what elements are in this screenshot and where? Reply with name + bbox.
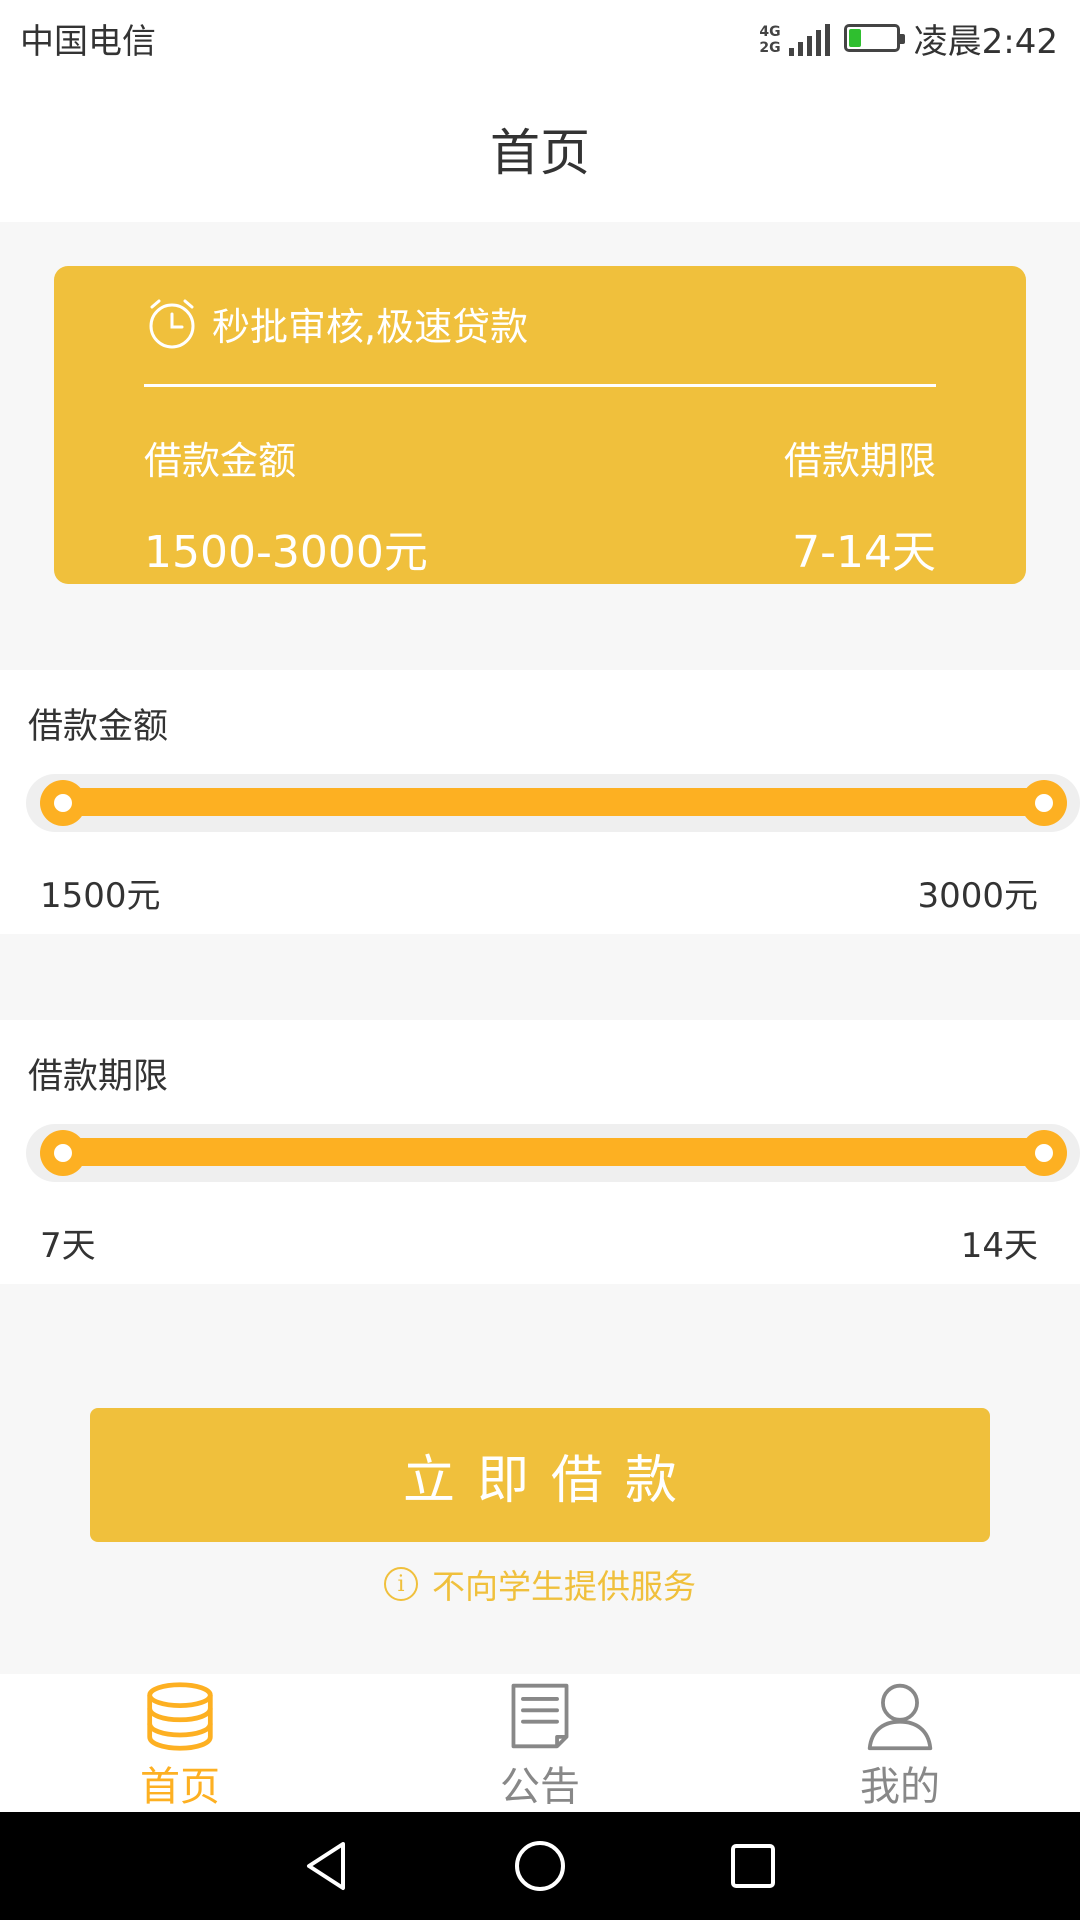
promo-term-label: 借款期限: [783, 439, 936, 483]
student-notice: i 不向学生提供服务: [0, 1560, 1080, 1608]
term-slider-fill: [60, 1138, 1044, 1166]
nav-item-notice[interactable]: 公告: [360, 1674, 720, 1812]
promo-amount-value: 1500-3000元: [144, 527, 428, 578]
term-max-value: 14天: [960, 1226, 1038, 1266]
home-circle-icon[interactable]: [512, 1838, 568, 1894]
recent-apps-icon[interactable]: [725, 1838, 781, 1894]
network-type-bottom: 2G: [759, 40, 781, 56]
promo-term-value: 7-14天: [792, 527, 936, 578]
term-slider-section: 借款期限 7天 14天: [0, 1020, 1080, 1284]
title-bar: 首页: [0, 76, 1080, 222]
alarm-clock-icon: [149, 299, 195, 348]
back-icon[interactable]: [299, 1838, 355, 1894]
network-type-top: 4G: [759, 24, 781, 40]
battery-icon: [843, 24, 905, 52]
nav-label-home: 首页: [140, 1764, 220, 1810]
apply-loan-button[interactable]: 立即借款: [90, 1408, 990, 1542]
promo-divider: [144, 384, 936, 387]
term-min-value: 7天: [40, 1226, 96, 1266]
promo-amount-label: 借款金额: [144, 439, 297, 483]
nav-label-notice: 公告: [500, 1764, 580, 1810]
promo-header: 秒批审核,极速贷款: [146, 296, 528, 351]
notice-text: 不向学生提供服务: [432, 1567, 696, 1606]
term-slider-label: 借款期限: [28, 1057, 169, 1097]
carrier-name: 中国电信: [20, 21, 156, 62]
amount-slider-section: 借款金额 1500元 3000元: [0, 670, 1080, 934]
nav-item-profile[interactable]: 我的: [720, 1674, 1080, 1812]
nav-item-home[interactable]: 首页: [0, 1674, 360, 1812]
page-title: 首页: [490, 124, 590, 182]
term-slider-min-handle[interactable]: [40, 1130, 86, 1176]
promo-slogan: 秒批审核,极速贷款: [212, 305, 529, 349]
status-time: 凌晨2:42: [913, 21, 1058, 62]
promo-card: 秒批审核,极速贷款 借款金额 借款期限 1500-3000元 7-14天: [54, 266, 1026, 584]
document-icon: [511, 1683, 569, 1749]
signal-icon: 4G 2G: [759, 20, 830, 56]
system-nav-bar: [0, 1812, 1080, 1920]
coins-icon: [147, 1682, 213, 1751]
status-icons: 4G 2G 凌晨2:42: [759, 14, 1058, 63]
amount-slider-label: 借款金额: [28, 707, 169, 747]
amount-slider-max-handle[interactable]: [1021, 780, 1067, 826]
amount-max-value: 3000元: [917, 876, 1038, 916]
status-bar: 中国电信 4G 2G 凌晨2:42: [0, 0, 1080, 76]
info-icon: i: [384, 1567, 418, 1601]
person-icon: [867, 1683, 933, 1751]
bottom-nav: 首页 公告 我的: [0, 1674, 1080, 1812]
term-slider-max-handle[interactable]: [1021, 1130, 1067, 1176]
amount-slider-fill: [60, 788, 1044, 816]
amount-slider-min-handle[interactable]: [40, 780, 86, 826]
amount-min-value: 1500元: [40, 876, 161, 916]
nav-label-profile: 我的: [860, 1764, 940, 1810]
